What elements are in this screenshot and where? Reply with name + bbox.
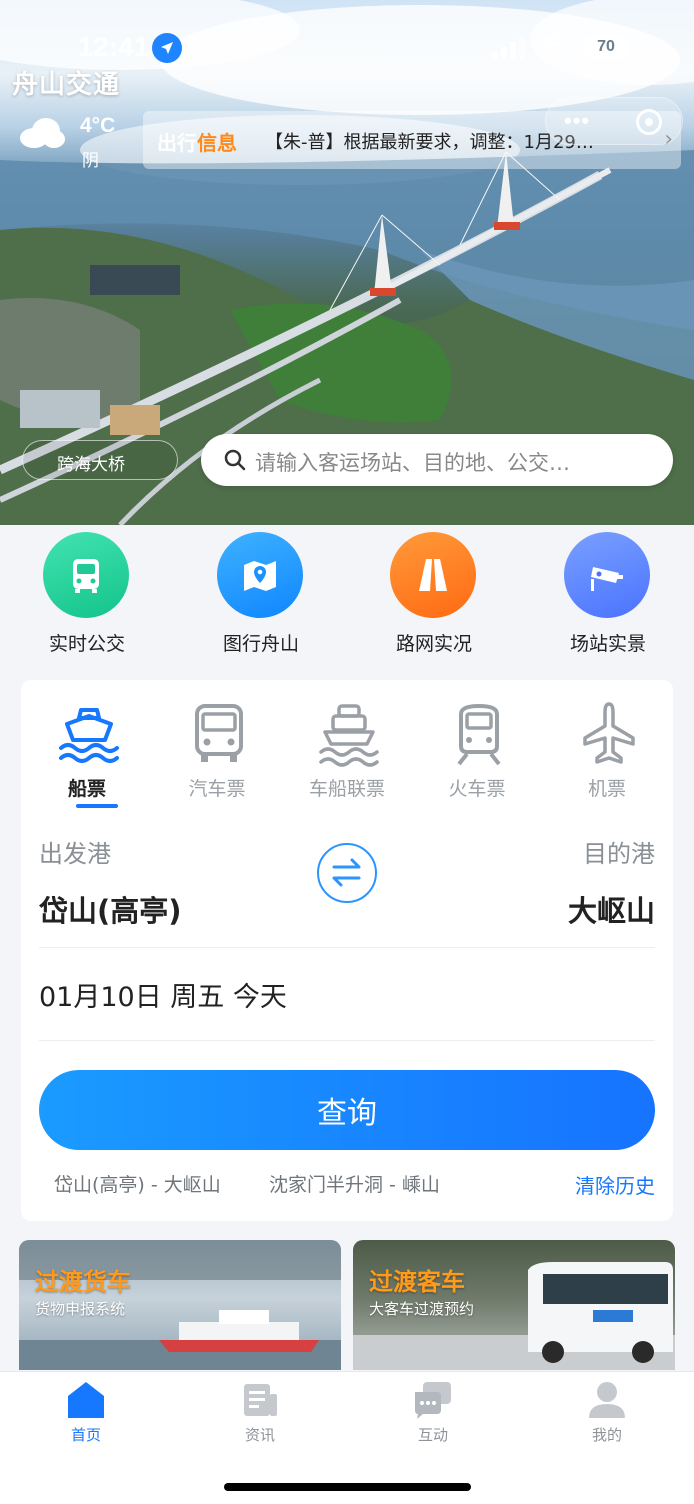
nav-label: 首页 xyxy=(70,1426,101,1444)
banner-subtitle: 大客车过渡预约 xyxy=(369,1300,475,1318)
camera-icon xyxy=(564,532,650,618)
arrival-port-selector[interactable]: 大岖山 xyxy=(568,888,655,930)
quick-item-label: 图行舟山 xyxy=(222,633,299,655)
chat-icon xyxy=(415,1382,451,1419)
notice-title: 出行信息 xyxy=(157,131,237,155)
hero-banner: 12:41 70 舟山交通 4°C 阴 出行信息 【朱-普】根据最新要求，调整：… xyxy=(0,0,694,525)
more-dots-icon[interactable]: ••• xyxy=(564,108,590,134)
quick-item-label: 场站实景 xyxy=(569,633,646,655)
tab-flight-ticket[interactable]: 机票 xyxy=(552,700,662,810)
close-target-icon[interactable] xyxy=(636,109,662,135)
home-icon xyxy=(68,1382,104,1418)
quick-item-label: 实时公交 xyxy=(48,633,125,655)
map-pin-icon xyxy=(217,532,303,618)
history-item[interactable]: 岱山(高亭) - 大岖山 xyxy=(54,1170,221,1197)
weather-temperature: 4°C xyxy=(80,114,116,137)
user-icon xyxy=(589,1382,625,1418)
passenger-car-ferry-banner[interactable]: 过渡客车 大客车过渡预约 xyxy=(353,1240,675,1370)
nav-label: 我的 xyxy=(591,1426,622,1444)
bus-icon xyxy=(43,532,129,618)
weather-condition: 阴 xyxy=(82,151,99,171)
search-icon xyxy=(224,449,246,471)
hero-location-tag: 跨海大桥 xyxy=(22,440,178,480)
divider xyxy=(39,947,655,948)
hero-tag-label: 跨海大桥 xyxy=(57,455,125,475)
banner-title: 过渡客车 xyxy=(369,1268,465,1296)
nav-news[interactable]: 资讯 xyxy=(210,1380,310,1450)
ticket-search-card: 船票 汽车票 车船联票 火车票 机票 出发港 目的港 岱山(高亭) 大岖山 01… xyxy=(21,680,673,1221)
tab-train-ticket[interactable]: 火车票 xyxy=(422,700,532,810)
signal-icon xyxy=(492,37,525,59)
departure-port-selector[interactable]: 岱山(高亭) xyxy=(39,888,182,930)
wifi-icon xyxy=(538,35,570,58)
quick-menu: 实时公交 图行舟山 路网实况 场站实景 xyxy=(0,528,694,668)
bottom-tab-bar: 首页 资讯 互动 我的 xyxy=(0,1371,694,1504)
banner-title: 过渡货车 xyxy=(35,1268,131,1296)
tab-label: 船票 xyxy=(67,778,106,800)
quick-item-road-status[interactable]: 路网实况 xyxy=(374,528,494,668)
app-brand-title: 舟山交通 xyxy=(12,70,121,100)
news-icon xyxy=(244,1384,277,1416)
nav-profile[interactable]: 我的 xyxy=(557,1380,657,1450)
tab-ship-ticket[interactable]: 船票 xyxy=(32,700,142,810)
quick-item-station-view[interactable]: 场站实景 xyxy=(548,528,668,668)
plane-icon xyxy=(583,702,635,764)
tab-car-ferry-ticket[interactable]: 车船联票 xyxy=(292,700,402,810)
nav-home[interactable]: 首页 xyxy=(36,1380,136,1450)
divider xyxy=(39,1040,655,1041)
coach-icon xyxy=(195,704,243,762)
tab-label: 机票 xyxy=(587,778,626,800)
road-icon xyxy=(390,532,476,618)
status-time: 12:41 xyxy=(78,32,150,62)
travel-date-selector[interactable]: 01月10日 周五 今天 xyxy=(39,975,287,1014)
nav-label: 资讯 xyxy=(244,1426,275,1444)
ship-icon xyxy=(59,708,119,763)
tab-label: 汽车票 xyxy=(188,778,246,800)
nav-interact[interactable]: 互动 xyxy=(383,1380,483,1450)
quick-item-realtime-bus[interactable]: 实时公交 xyxy=(27,528,147,668)
cargo-ferry-banner[interactable]: 过渡货车 货物申报系统 xyxy=(19,1240,341,1370)
cloudy-weather-icon xyxy=(20,118,65,148)
tab-label: 车船联票 xyxy=(308,778,385,800)
train-icon xyxy=(457,703,501,766)
clear-history-link[interactable]: 清除历史 xyxy=(575,1170,655,1199)
banner-subtitle: 货物申报系统 xyxy=(35,1300,126,1318)
mini-program-capsule[interactable]: ••• xyxy=(545,97,683,145)
departure-port-label: 出发港 xyxy=(39,840,111,868)
nav-label: 互动 xyxy=(417,1426,448,1444)
search-bar[interactable]: 请输入客运场站、目的地、公交… xyxy=(201,434,673,486)
home-indicator xyxy=(224,1483,471,1491)
battery-indicator: 70 xyxy=(584,35,628,59)
history-item[interactable]: 沈家门半升洞 - 嵊山 xyxy=(269,1170,440,1197)
ferry-icon xyxy=(319,704,379,767)
arrival-port-label: 目的港 xyxy=(583,840,655,868)
swap-arrows-icon xyxy=(332,858,361,887)
search-input[interactable]: 请输入客运场站、目的地、公交… xyxy=(255,447,655,477)
quick-item-label: 路网实况 xyxy=(395,633,472,655)
tab-coach-ticket[interactable]: 汽车票 xyxy=(162,700,272,810)
tab-label: 火车票 xyxy=(448,778,506,800)
swap-ports-button[interactable] xyxy=(317,843,377,903)
location-arrow-icon xyxy=(152,33,182,63)
query-button[interactable]: 查询 xyxy=(39,1070,655,1150)
active-tab-indicator xyxy=(76,804,118,808)
status-bar: 12:41 70 xyxy=(0,28,694,68)
quick-item-map[interactable]: 图行舟山 xyxy=(201,528,321,668)
